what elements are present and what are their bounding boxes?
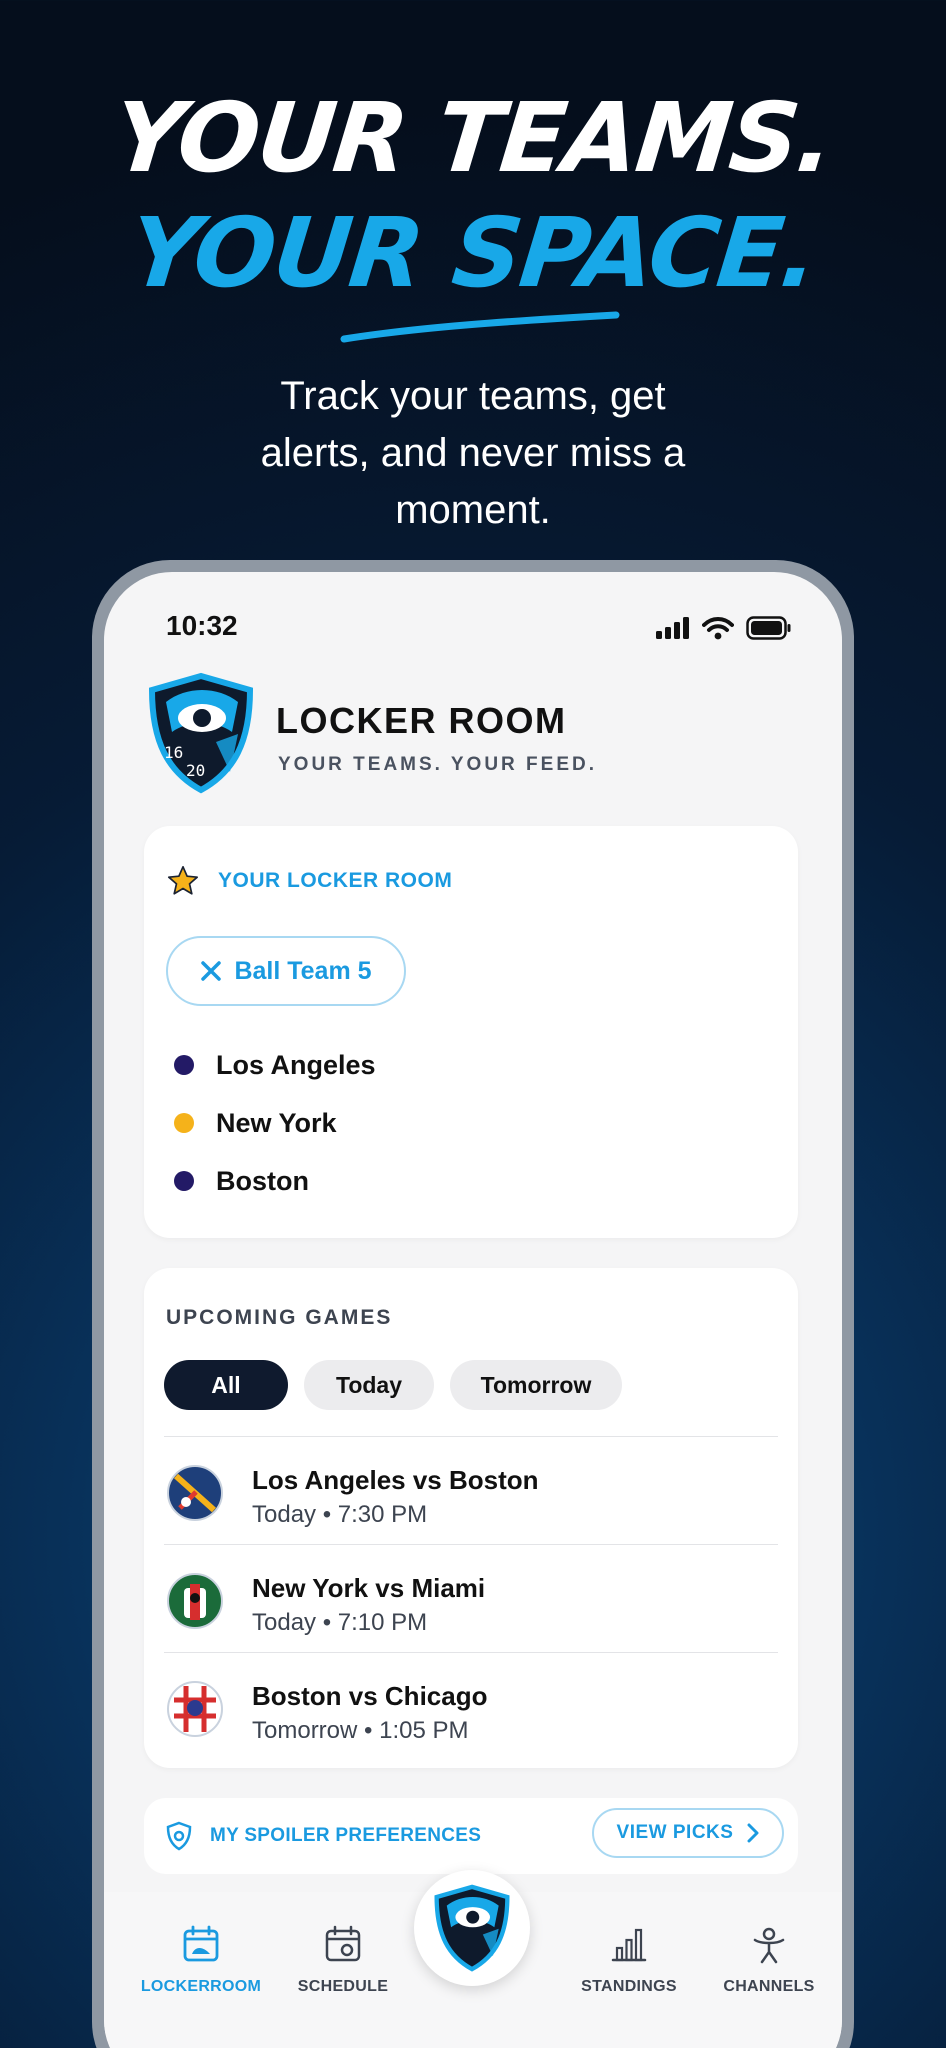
team-color-dot xyxy=(174,1113,194,1133)
filter-tomorrow-button[interactable]: Tomorrow xyxy=(450,1360,622,1410)
svg-text:16: 16 xyxy=(164,743,183,762)
tab-label: LOCKERROOM xyxy=(140,1978,262,1995)
headline-line-2: YOUR SPACE. xyxy=(124,197,822,309)
game-row[interactable]: New York vs Miami Today • 7:10 PM xyxy=(164,1544,778,1652)
team-logo-icon xyxy=(167,1573,223,1629)
team-logo-icon xyxy=(167,1681,223,1737)
tab-schedule[interactable]: SCHEDULE xyxy=(268,1922,418,1996)
cross-bats-icon xyxy=(201,961,222,981)
upcoming-games-card: UPCOMING GAMES All Today Tomorrow Los An… xyxy=(144,1268,798,1768)
battery-icon xyxy=(746,616,791,640)
phone-frame: 10:32 16 20 LOCKER ROOM YOUR TEAMS. YOUR… xyxy=(92,560,854,2048)
locker-room-shield-logo: 16 20 xyxy=(148,672,254,794)
app-tagline: YOUR TEAMS. YOUR FEED. xyxy=(278,754,598,775)
tab-label: STANDINGS xyxy=(581,1978,677,1995)
locker-room-heading: YOUR LOCKER ROOM xyxy=(166,864,452,898)
star-icon xyxy=(167,865,199,895)
status-bar: 10:32 xyxy=(104,610,842,650)
view-picks-label: VIEW PICKS xyxy=(616,1822,734,1843)
locker-room-heading-label: YOUR LOCKER ROOM xyxy=(218,869,453,892)
team-chip-label: Ball Team 5 xyxy=(234,956,372,985)
shield-settings-icon xyxy=(166,1821,192,1851)
upcoming-games-heading: UPCOMING GAMES xyxy=(166,1306,393,1329)
team-logo-icon xyxy=(167,1465,223,1521)
team-color-dot xyxy=(174,1171,194,1191)
filter-today-button[interactable]: Today xyxy=(304,1360,434,1410)
signal-icon xyxy=(656,617,689,639)
team-color-dot xyxy=(174,1055,194,1075)
game-title: New York vs Miami xyxy=(252,1573,486,1603)
team-name: Los Angeles xyxy=(216,1049,376,1080)
spoiler-preferences-link[interactable]: MY SPOILER PREFERENCES xyxy=(164,1798,481,1874)
bar-chart-icon xyxy=(611,1928,647,1962)
locker-room-shield-logo xyxy=(434,1884,510,1972)
tab-label: CHANNELS xyxy=(723,1978,815,1995)
calendar-icon xyxy=(325,1925,361,1962)
spoiler-preferences-label: MY SPOILER PREFERENCES xyxy=(210,1825,482,1846)
game-time: Today • 7:30 PM xyxy=(252,1501,428,1528)
list-item[interactable]: Boston xyxy=(174,1152,376,1210)
team-name: Boston xyxy=(216,1165,309,1196)
center-logo-button[interactable] xyxy=(414,1870,530,1986)
person-icon xyxy=(753,1927,785,1964)
spoiler-preferences-bar: MY SPOILER PREFERENCES VIEW PICKS xyxy=(144,1798,798,1874)
tab-lockerroom[interactable]: LOCKERROOM xyxy=(126,1922,276,1996)
followed-teams-list: Los Angeles New York Boston xyxy=(174,1036,376,1210)
tab-label: SCHEDULE xyxy=(297,1978,389,1995)
wifi-icon xyxy=(702,617,734,640)
game-filter-tabs: All Today Tomorrow xyxy=(164,1360,622,1410)
chevron-right-icon xyxy=(747,1823,759,1843)
game-time: Tomorrow • 1:05 PM xyxy=(252,1717,469,1744)
brush-underline-icon xyxy=(340,311,620,343)
filter-all-button[interactable]: All xyxy=(164,1360,288,1410)
hero: YOUR TEAMS. YOUR SPACE. Track your teams… xyxy=(0,0,946,560)
hero-subtitle: Track your teams, get alerts, and never … xyxy=(260,374,686,532)
games-list: Los Angeles vs Boston Today • 7:30 PM Ne… xyxy=(164,1436,778,1760)
view-picks-button[interactable]: VIEW PICKS xyxy=(592,1808,784,1858)
list-item[interactable]: New York xyxy=(174,1094,376,1152)
team-name: New York xyxy=(216,1107,337,1138)
game-title: Los Angeles vs Boston xyxy=(252,1465,539,1495)
headline-line-1: YOUR TEAMS. xyxy=(108,82,838,194)
locker-room-card: YOUR LOCKER ROOM Ball Team 5 Los Angeles… xyxy=(144,826,798,1238)
phone-screen: 10:32 16 20 LOCKER ROOM YOUR TEAMS. YOUR… xyxy=(104,572,842,2048)
bottom-tab-bar: LOCKERROOM SCHEDULE STANDINGS CHANNELS xyxy=(104,1870,842,2048)
game-time: Today • 7:10 PM xyxy=(252,1609,428,1636)
tab-channels[interactable]: CHANNELS xyxy=(694,1922,842,1996)
app-header: 16 20 LOCKER ROOM YOUR TEAMS. YOUR FEED. xyxy=(146,672,786,794)
locker-calendar-icon xyxy=(183,1925,219,1962)
app-title: LOCKER ROOM xyxy=(276,700,567,741)
status-icons xyxy=(656,616,792,640)
tab-standings[interactable]: STANDINGS xyxy=(554,1922,704,1996)
team-chip-button[interactable]: Ball Team 5 xyxy=(166,936,406,1006)
status-time: 10:32 xyxy=(166,610,238,641)
svg-text:20: 20 xyxy=(186,761,205,780)
game-row[interactable]: Los Angeles vs Boston Today • 7:30 PM xyxy=(164,1436,778,1544)
list-item[interactable]: Los Angeles xyxy=(174,1036,376,1094)
game-title: Boston vs Chicago xyxy=(252,1681,488,1711)
game-row[interactable]: Boston vs Chicago Tomorrow • 1:05 PM xyxy=(164,1652,778,1760)
